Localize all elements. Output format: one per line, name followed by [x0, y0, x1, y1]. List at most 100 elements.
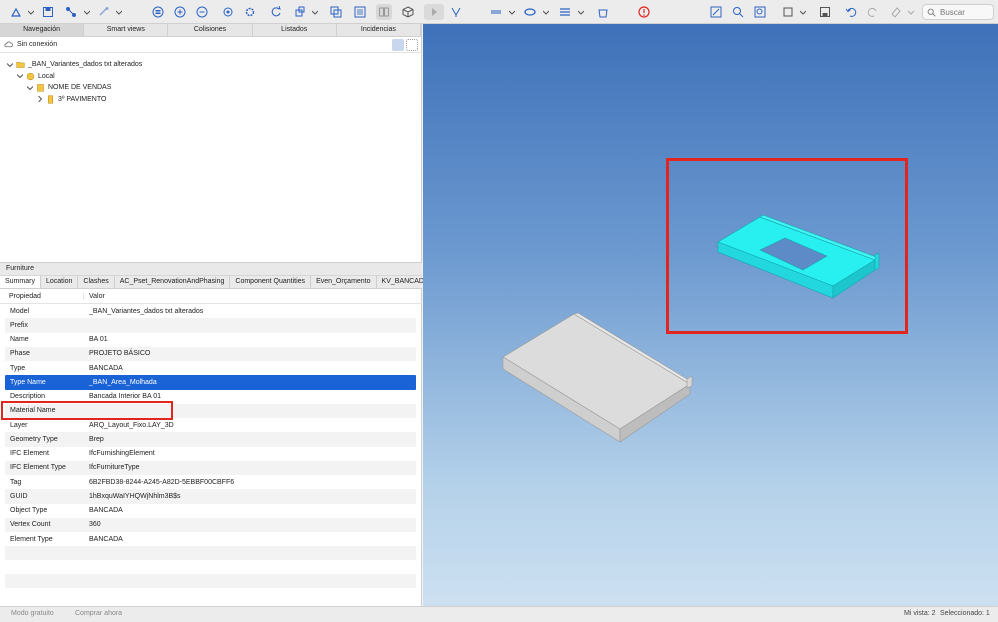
empty-row	[5, 560, 416, 574]
chevron-down-icon[interactable]	[509, 9, 515, 15]
tree-node-building[interactable]: NOME DE VENDAS	[0, 82, 421, 94]
eraser-icon[interactable]	[888, 4, 904, 20]
tab-summary[interactable]: Summary	[0, 276, 41, 288]
tab-colisiones[interactable]: Colisiones	[168, 24, 253, 36]
zoom-selection-icon[interactable]	[730, 4, 746, 20]
property-key: Object Type	[10, 507, 48, 515]
property-key: IFC Element Type	[10, 464, 66, 472]
play-icon[interactable]	[424, 4, 444, 20]
table-row[interactable]: Tag 6B2FBD38-8244-A245-A82D-5EBBF00CBFF6	[5, 475, 416, 489]
tree-node-site[interactable]: Local	[0, 71, 421, 83]
header-valor[interactable]: Valor	[84, 293, 105, 300]
measure-icon[interactable]	[488, 4, 504, 20]
link-icon[interactable]	[96, 4, 112, 20]
table-row[interactable]: Layer ARQ_Layout_Fixo.LAY_3D	[5, 418, 416, 432]
header-propiedad[interactable]: Propiedad	[0, 293, 84, 300]
chevron-down-icon[interactable]	[7, 62, 13, 68]
chevron-down-icon[interactable]	[800, 9, 806, 15]
tab-ac-pset[interactable]: AC_Pset_RenovationAndPhasing	[115, 276, 231, 288]
tab-navegacion[interactable]: Navegación	[0, 24, 85, 36]
tree-network-icon[interactable]	[448, 4, 464, 20]
chevron-down-icon[interactable]	[28, 9, 34, 15]
table-row[interactable]: Model _BAN_Variantes_dados txt alterados	[5, 304, 416, 318]
save-icon[interactable]	[40, 4, 56, 20]
tab-smart-views[interactable]: Smart views	[84, 24, 169, 36]
table-row[interactable]: Element Type BANCADA	[5, 532, 416, 546]
rotate-icon[interactable]	[268, 4, 284, 20]
tab-location[interactable]: Location	[41, 276, 79, 288]
zoom-out-icon[interactable]	[194, 4, 210, 20]
site-icon	[26, 72, 35, 80]
redo-icon[interactable]	[865, 4, 881, 20]
chevron-down-icon[interactable]	[17, 73, 23, 79]
table-row[interactable]: GUID 1hBxquWaIYHQWjNhlm3B$s	[5, 489, 416, 504]
table-row[interactable]: Geometry Type Brep	[5, 432, 416, 447]
table-row[interactable]: Vertex Count 360	[5, 517, 416, 532]
tree-node-storey[interactable]: 3º PAVIMENTO	[0, 94, 421, 106]
navigation-tabs: Navegación Smart views Colisiones Listad…	[0, 24, 422, 37]
property-key: GUID	[10, 492, 28, 500]
search-input[interactable]	[940, 7, 990, 17]
table-row[interactable]: Type BANCADA	[5, 361, 416, 375]
share-icon[interactable]	[63, 4, 79, 20]
countertop-unselected[interactable]	[502, 312, 693, 443]
chevron-down-icon[interactable]	[543, 9, 549, 15]
empty-row	[5, 588, 416, 602]
layers-icon[interactable]	[352, 4, 368, 20]
zoom-in-icon[interactable]	[172, 4, 188, 20]
chevron-down-icon[interactable]	[84, 9, 90, 15]
table-row[interactable]: IFC Element IfcFurnishingElement	[5, 447, 416, 461]
selection-highlight-box	[666, 158, 908, 334]
property-value: _BAN_Area_Molhada	[89, 378, 157, 386]
tree-node-model[interactable]: _BAN_Variantes_dados txt alterados	[0, 59, 421, 71]
zoom-box-icon[interactable]	[752, 4, 768, 20]
table-row[interactable]: IFC Element Type IfcFurnitureType	[5, 460, 416, 475]
tab-clashes[interactable]: Clashes	[78, 276, 115, 288]
frame-icon[interactable]	[780, 4, 796, 20]
property-key: Vertex Count	[10, 521, 51, 529]
chevron-down-icon[interactable]	[578, 9, 584, 15]
list-view-icon[interactable]	[392, 39, 404, 51]
table-row[interactable]: Type Name _BAN_Area_Molhada	[5, 375, 416, 390]
table-row[interactable]: Name BA 01	[5, 333, 416, 347]
line-weight-icon[interactable]	[557, 4, 573, 20]
chevron-down-icon[interactable]	[116, 9, 122, 15]
menu-circle-icon[interactable]	[150, 4, 166, 20]
fit-view-icon[interactable]	[708, 4, 724, 20]
chevron-down-icon[interactable]	[27, 85, 33, 91]
save-view-icon[interactable]	[817, 4, 833, 20]
home-icon[interactable]	[8, 4, 24, 20]
tab-component-quantities[interactable]: Component Quantities	[230, 276, 312, 288]
chevron-right-icon[interactable]	[37, 96, 43, 103]
highlight-box	[1, 401, 173, 420]
tab-listados[interactable]: Listados	[253, 24, 337, 36]
properties-title: Furniture	[0, 262, 422, 276]
undo-icon[interactable]	[843, 4, 859, 20]
ellipse-icon[interactable]	[522, 4, 538, 20]
property-value: PROJETO BÁSICO	[89, 350, 151, 358]
tab-even-orcamento[interactable]: Even_Orçamento	[311, 276, 377, 288]
3d-viewport[interactable]	[423, 24, 998, 606]
properties-table: Propiedad Valor Model _BAN_Variantes_dado…	[0, 290, 422, 602]
property-key: Tag	[10, 478, 22, 486]
alert-icon[interactable]	[636, 4, 652, 20]
table-row[interactable]: Object Type BANCADA	[5, 504, 416, 518]
search-box[interactable]	[922, 4, 994, 20]
buy-now-link[interactable]: Comprar ahora	[75, 610, 122, 617]
property-value: Bancada Interior BA 01	[89, 393, 161, 401]
property-value: BANCADA	[89, 535, 123, 543]
chevron-down-icon[interactable]	[908, 9, 914, 15]
target-icon[interactable]	[220, 4, 236, 20]
grid-view-icon[interactable]	[406, 39, 418, 51]
settings-icon[interactable]	[242, 4, 258, 20]
copy-icon[interactable]	[328, 4, 344, 20]
tab-incidencias[interactable]: Incidencias	[337, 24, 422, 36]
table-row[interactable]: Prefix	[5, 318, 416, 333]
cube-stack-icon[interactable]	[292, 4, 308, 20]
bucket-icon[interactable]	[595, 4, 611, 20]
cube-icon[interactable]	[400, 4, 416, 20]
main-toolbar	[0, 0, 998, 24]
section-box-icon[interactable]	[376, 4, 392, 20]
table-row[interactable]: Phase PROJETO BÁSICO	[5, 346, 416, 361]
chevron-down-icon[interactable]	[312, 9, 318, 15]
